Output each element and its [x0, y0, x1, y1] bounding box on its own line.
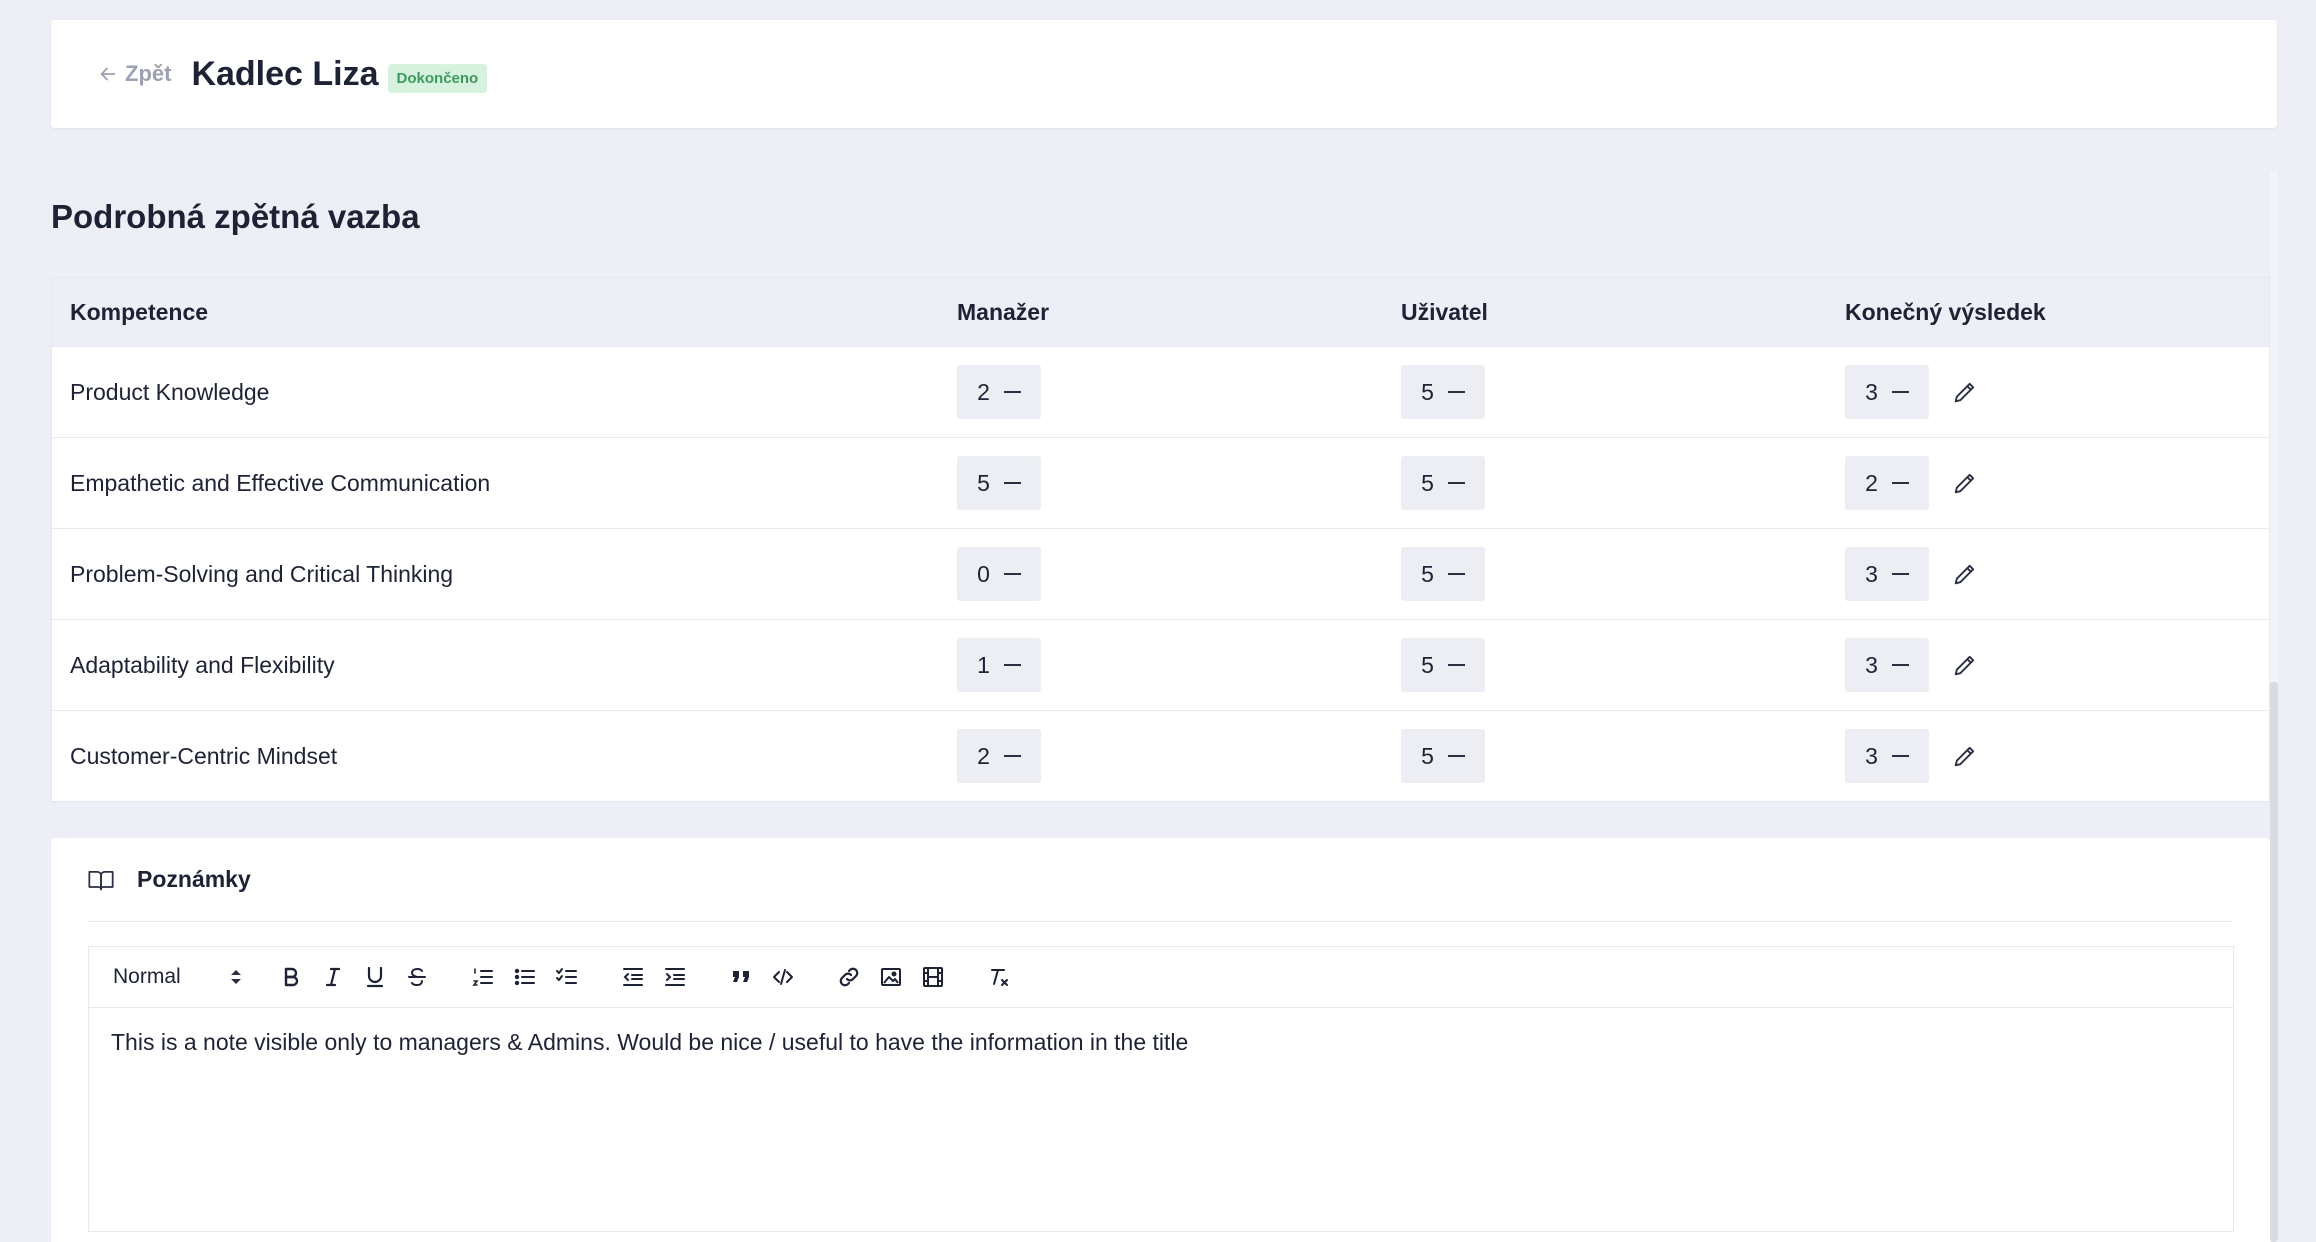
ordered-list-icon[interactable] — [469, 963, 497, 991]
dash-icon — [1891, 391, 1909, 393]
competence-name: Problem-Solving and Critical Thinking — [70, 560, 454, 587]
code-block-icon[interactable] — [769, 963, 797, 991]
indent-icon[interactable] — [661, 963, 689, 991]
competence-name: Customer-Centric Mindset — [70, 742, 338, 769]
score-value: 5 — [977, 469, 990, 496]
score-value: 3 — [1865, 651, 1878, 678]
dash-icon — [1003, 573, 1021, 575]
table-row: Adaptability and Flexibility 1 5 3 — [52, 619, 2269, 710]
dash-icon — [1891, 482, 1909, 484]
format-value: Normal — [113, 965, 181, 988]
video-icon[interactable] — [919, 963, 947, 991]
pencil-icon[interactable] — [1951, 742, 1979, 770]
editor-content[interactable]: This is a note visible only to managers … — [89, 1008, 2233, 1078]
score-value: 3 — [1865, 378, 1878, 405]
dash-icon — [1447, 391, 1465, 393]
final-score-select[interactable]: 3 — [1845, 729, 1929, 783]
final-score-select[interactable]: 3 — [1845, 547, 1929, 601]
table-row: Customer-Centric Mindset 2 5 3 — [52, 710, 2269, 801]
pencil-icon[interactable] — [1951, 469, 1979, 497]
score-value: 3 — [1865, 560, 1878, 587]
clear-format-icon[interactable] — [985, 963, 1013, 991]
dash-icon — [1003, 391, 1021, 393]
notes-title: Poznámky — [137, 866, 251, 892]
dash-icon — [1891, 664, 1909, 666]
final-score-select[interactable]: 3 — [1845, 638, 1929, 692]
manager-score-select[interactable]: 2 — [957, 365, 1041, 419]
notes-header: Poznámky — [87, 838, 2233, 922]
dash-icon — [1447, 573, 1465, 575]
competence-name: Product Knowledge — [70, 378, 270, 405]
score-value: 1 — [977, 651, 990, 678]
back-label: Zpět — [125, 61, 172, 86]
select-arrows-icon — [231, 970, 241, 984]
link-icon[interactable] — [835, 963, 863, 991]
score-value: 5 — [1421, 378, 1434, 405]
user-score-select[interactable]: 5 — [1401, 547, 1485, 601]
score-value: 2 — [977, 742, 990, 769]
header-user: Uživatel — [1401, 298, 1488, 325]
user-score-select[interactable]: 5 — [1401, 456, 1485, 510]
pencil-icon[interactable] — [1951, 560, 1979, 588]
manager-score-select[interactable]: 0 — [957, 547, 1041, 601]
header-competence: Kompetence — [70, 298, 209, 325]
score-value: 2 — [1865, 469, 1878, 496]
scrollbar-thumb[interactable] — [2270, 682, 2278, 1242]
checklist-icon[interactable] — [553, 963, 581, 991]
final-score-select[interactable]: 3 — [1845, 365, 1929, 419]
dash-icon — [1447, 755, 1465, 757]
rich-text-editor: Normal This is a note visible only to ma… — [88, 946, 2234, 1232]
pencil-icon[interactable] — [1951, 378, 1979, 406]
dash-icon — [1447, 664, 1465, 666]
dash-icon — [1891, 573, 1909, 575]
notes-card: Poznámky Normal This is a note visible o… — [51, 838, 2270, 1242]
dash-icon — [1003, 664, 1021, 666]
outdent-icon[interactable] — [619, 963, 647, 991]
status-badge: Dokončeno — [387, 63, 488, 93]
manager-score-select[interactable]: 1 — [957, 638, 1041, 692]
dash-icon — [1003, 482, 1021, 484]
score-value: 5 — [1421, 742, 1434, 769]
competence-name: Adaptability and Flexibility — [70, 651, 335, 678]
arrow-left-icon — [100, 67, 116, 81]
bold-icon[interactable] — [277, 963, 305, 991]
image-icon[interactable] — [877, 963, 905, 991]
pencil-icon[interactable] — [1951, 651, 1979, 679]
dash-icon — [1891, 755, 1909, 757]
header-final: Konečný výsledek — [1845, 298, 2046, 325]
manager-score-select[interactable]: 2 — [957, 729, 1041, 783]
table-row: Problem-Solving and Critical Thinking 0 … — [52, 528, 2269, 619]
editor-toolbar: Normal — [89, 947, 2233, 1008]
underline-icon[interactable] — [361, 963, 389, 991]
feedback-table: Kompetence Manažer Uživatel Konečný výsl… — [51, 277, 2270, 802]
competence-name: Empathetic and Effective Communication — [70, 469, 491, 496]
book-open-icon — [88, 870, 114, 890]
final-score-select[interactable]: 2 — [1845, 456, 1929, 510]
format-select[interactable]: Normal — [113, 959, 243, 995]
strikethrough-icon[interactable] — [403, 963, 431, 991]
user-score-select[interactable]: 5 — [1401, 638, 1485, 692]
blockquote-icon[interactable] — [727, 963, 755, 991]
section-title: Podrobná zpětná vazba — [51, 198, 420, 235]
page-header: Zpět Kadlec Liza Dokončeno — [51, 20, 2277, 128]
score-value: 3 — [1865, 742, 1878, 769]
table-row: Empathetic and Effective Communication 5… — [52, 437, 2269, 528]
user-score-select[interactable]: 5 — [1401, 365, 1485, 419]
manager-score-select[interactable]: 5 — [957, 456, 1041, 510]
score-value: 5 — [1421, 560, 1434, 587]
table-header: Kompetence Manažer Uživatel Konečný výsl… — [52, 278, 2269, 346]
score-value: 5 — [1421, 469, 1434, 496]
italic-icon[interactable] — [319, 963, 347, 991]
score-value: 2 — [977, 378, 990, 405]
score-value: 0 — [977, 560, 990, 587]
dash-icon — [1447, 482, 1465, 484]
back-link[interactable]: Zpět — [97, 61, 171, 87]
bullet-list-icon[interactable] — [511, 963, 539, 991]
header-manager: Manažer — [957, 298, 1050, 325]
user-score-select[interactable]: 5 — [1401, 729, 1485, 783]
page-title: Kadlec Liza — [191, 54, 379, 93]
table-row: Product Knowledge 2 5 3 — [52, 346, 2269, 437]
dash-icon — [1003, 755, 1021, 757]
score-value: 5 — [1421, 651, 1434, 678]
